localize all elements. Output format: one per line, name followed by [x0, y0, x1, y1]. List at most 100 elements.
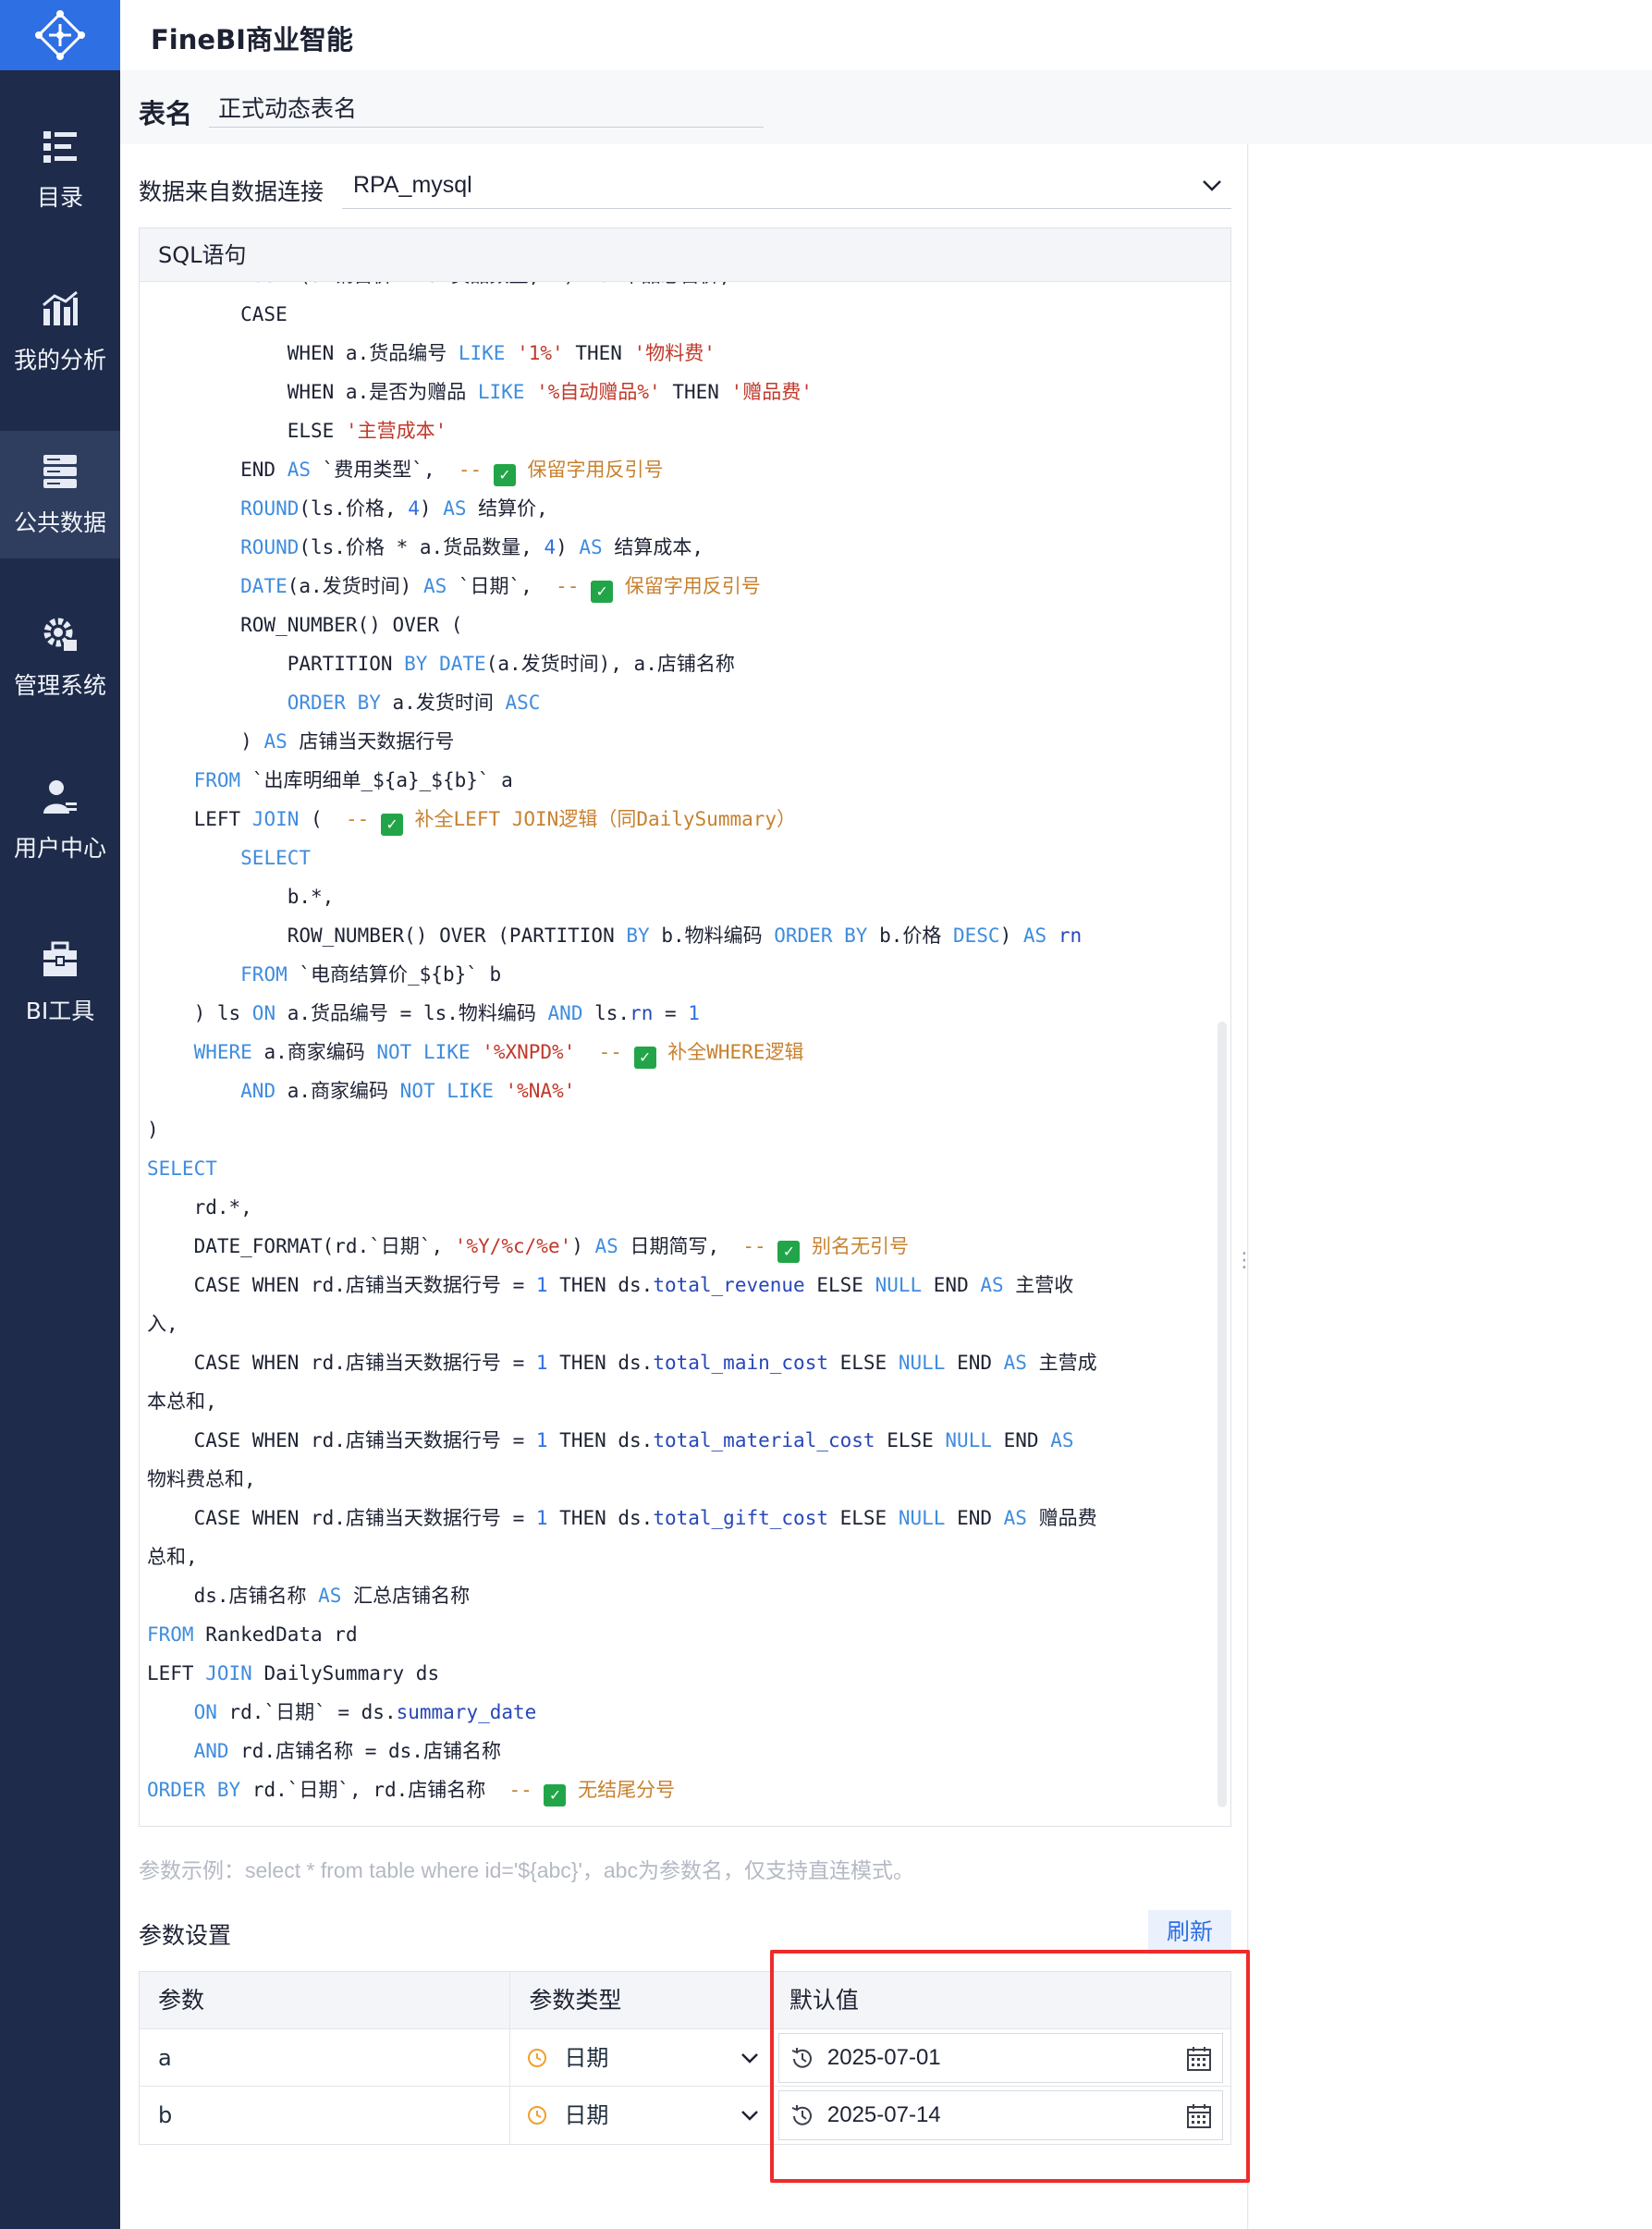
sql-line: ORDER BY a.发货时间 ASC	[287, 692, 541, 714]
table-name-row: 表名	[120, 70, 1652, 144]
finebi-logo[interactable]	[0, 0, 120, 70]
sql-line: 总和,	[147, 1546, 198, 1568]
sql-line: AND a.商家编码 NOT LIKE '%NA%'	[240, 1080, 576, 1102]
sql-line: CASE	[147, 303, 288, 325]
param-type-select[interactable]: 日期	[510, 2029, 771, 2087]
sql-line: 本总和,	[147, 1390, 217, 1413]
sidebar-item-my-analysis[interactable]: 我的分析	[0, 268, 120, 396]
sql-line: FROM RankedData rd	[147, 1623, 358, 1646]
connection-value: RPA_mysql	[353, 172, 472, 198]
clock-icon	[528, 2049, 547, 2067]
sql-line: DATE_FORMAT(rd.`日期`, '%Y/%c/%e') AS 日期简写…	[147, 1235, 909, 1263]
main-panel: 数据来自数据连接 RPA_mysql SQL语句 ROUND(a.销售价 * a…	[120, 144, 1277, 2229]
sql-line: ON rd.`日期` = ds.summary_date	[193, 1701, 537, 1723]
sql-line: )	[147, 1119, 159, 1141]
right-pane	[1249, 144, 1652, 2229]
table-row: b 日期 2025-07-14	[140, 2087, 1230, 2144]
param-settings-title: 参数设置	[139, 1922, 232, 1949]
clock-icon	[528, 2106, 547, 2125]
sidebar-item-bi-tools[interactable]: BI工具	[0, 919, 120, 1047]
sql-line: FROM `电商结算价_${b}` b	[240, 963, 502, 986]
sql-line: ROW_NUMBER() OVER (	[147, 614, 463, 636]
sql-scrollbar[interactable]	[1218, 1022, 1227, 1807]
sidebar: 目录 我的分析 公共数据 管理系统 用户中心 BI工具	[0, 0, 120, 2229]
sql-line: ELSE '主营成本'	[147, 420, 447, 442]
column-header-type: 参数类型	[510, 1972, 771, 2029]
connection-label: 数据来自数据连接	[139, 178, 324, 205]
sql-line: CASE WHEN rd.店铺当天数据行号 = 1 THEN ds.total_…	[147, 1429, 1074, 1451]
sidebar-item-label: BI工具	[25, 998, 95, 1024]
app-title: FineBI商业智能	[151, 24, 353, 55]
param-type-value: 日期	[564, 2045, 609, 2071]
sidebar-item-management[interactable]: 管理系统	[0, 594, 120, 721]
chevron-down-icon	[740, 2053, 758, 2064]
sql-line: AND rd.店铺名称 = ds.店铺名称	[193, 1740, 501, 1762]
table-name-input[interactable]	[209, 87, 764, 128]
sql-line: FROM `出库明细单_${a}_${b}` a	[193, 769, 513, 791]
sql-line: b.*,	[147, 886, 335, 908]
sql-line: ROUND(a.销售价 * a.货品数量, 4) AS 单品总售价,	[147, 282, 1197, 295]
sql-line: CASE WHEN rd.店铺当天数据行号 = 1 THEN ds.total_…	[147, 1507, 1097, 1529]
sql-line: CASE WHEN rd.店铺当天数据行号 = 1 THEN ds.total_…	[147, 1274, 1074, 1296]
sidebar-item-label: 用户中心	[13, 835, 106, 862]
history-icon[interactable]	[789, 2045, 816, 2073]
catalog-icon	[43, 131, 77, 163]
sql-line: 入,	[147, 1313, 178, 1335]
sidebar-item-public-data[interactable]: 公共数据	[0, 431, 120, 558]
date-input[interactable]: 2025-07-14	[777, 2090, 1223, 2140]
sql-line: rd.*,	[147, 1196, 252, 1219]
toolbox-icon	[43, 941, 77, 976]
sql-header: SQL语句	[140, 228, 1230, 282]
sidebar-item-user-center[interactable]: 用户中心	[0, 756, 120, 884]
sql-line: SELECT	[240, 847, 312, 869]
chevron-down-icon	[740, 2111, 758, 2121]
param-table: 参数 参数类型 默认值 a 日期 2025-07-01 b 日期 2025-07…	[139, 1971, 1231, 2145]
sidebar-item-catalog[interactable]: 目录	[0, 105, 120, 233]
table-row: a 日期 2025-07-01	[140, 2029, 1230, 2087]
param-table-header: 参数 参数类型 默认值	[140, 1972, 1230, 2029]
date-value: 2025-07-14	[826, 2102, 941, 2127]
sql-line: WHEN a.是否为赠品 LIKE '%自动赠品%' THEN '赠品费'	[147, 381, 813, 403]
logo-icon	[35, 10, 85, 60]
sql-body[interactable]: ROUND(a.销售价 * a.货品数量, 4) AS 单品总售价, CASE …	[140, 282, 1230, 1826]
param-type-select[interactable]: 日期	[510, 2087, 771, 2144]
sql-line: WHEN a.货品编号 LIKE '1%' THEN '物料费'	[147, 342, 716, 364]
column-header-param: 参数	[140, 1972, 511, 2029]
history-icon[interactable]	[789, 2102, 816, 2130]
table-name-label: 表名	[139, 98, 193, 129]
sql-line: LEFT JOIN DailySummary ds	[147, 1662, 440, 1684]
sql-line: ORDER BY rd.`日期`, rd.店铺名称 -- ✓ 无结尾分号	[147, 1779, 676, 1806]
sql-line: LEFT JOIN ( -- ✓ 补全LEFT JOIN逻辑（同DailySum…	[147, 808, 797, 836]
sql-code-text[interactable]: ROUND(a.销售价 * a.货品数量, 4) AS 单品总售价, CASE …	[147, 282, 1197, 1809]
sidebar-item-label: 目录	[36, 184, 83, 211]
param-default-cell: 2025-07-14	[771, 2087, 1230, 2144]
param-name: b	[140, 2087, 511, 2144]
top-header: FineBI商业智能	[120, 0, 1652, 70]
sql-line: ) AS 店铺当天数据行号	[147, 730, 455, 753]
sql-line: ROUND(ls.价格 * a.货品数量, 4) AS 结算成本,	[240, 536, 704, 558]
param-type-value: 日期	[564, 2102, 609, 2128]
sidebar-item-label: 公共数据	[13, 509, 106, 536]
param-name: a	[140, 2029, 511, 2087]
sidebar-item-label: 我的分析	[13, 347, 106, 374]
sql-line: PARTITION BY DATE(a.发货时间), a.店铺名称	[147, 653, 735, 675]
column-header-default: 默认值	[789, 1987, 859, 2014]
chevron-down-icon	[1203, 180, 1221, 191]
sql-editor: SQL语句 ROUND(a.销售价 * a.货品数量, 4) AS 单品总售价,…	[139, 227, 1231, 1827]
sql-line: SELECT	[147, 1157, 217, 1180]
user-icon	[43, 780, 77, 814]
connection-select[interactable]: RPA_mysql	[342, 163, 1231, 209]
sql-line: CASE WHEN rd.店铺当天数据行号 = 1 THEN ds.total_…	[147, 1352, 1097, 1374]
calendar-icon[interactable]	[1185, 2102, 1213, 2130]
date-input[interactable]: 2025-07-01	[777, 2033, 1223, 2083]
sql-line: ds.店铺名称 AS 汇总店铺名称	[147, 1585, 471, 1607]
calendar-icon[interactable]	[1185, 2045, 1213, 2073]
sql-line: ROUND(ls.价格, 4) AS 结算价,	[240, 497, 548, 520]
sql-line: DATE(a.发货时间) AS `日期`, -- ✓ 保留字用反引号	[240, 575, 761, 603]
param-default-cell: 2025-07-01	[771, 2029, 1230, 2087]
sql-line: WHERE a.商家编码 NOT LIKE '%XNPD%' -- ✓ 补全WH…	[193, 1041, 804, 1069]
refresh-button[interactable]: 刷新	[1148, 1910, 1231, 1954]
chart-icon	[43, 290, 78, 325]
gear-icon	[43, 618, 77, 651]
sql-line: ) ls ON a.货品编号 = ls.物料编码 AND ls.rn = 1	[147, 1002, 700, 1024]
